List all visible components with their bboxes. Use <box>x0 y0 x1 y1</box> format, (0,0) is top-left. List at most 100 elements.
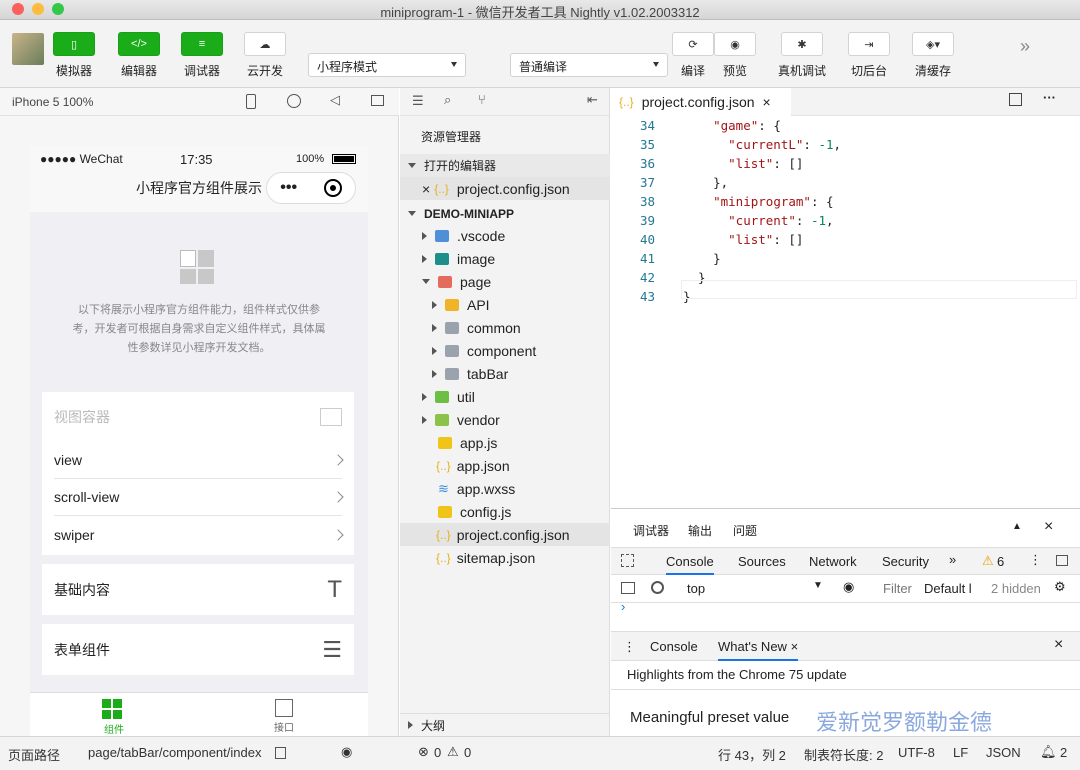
tree-item-api[interactable]: API <box>400 293 610 316</box>
tree-item-appwxss[interactable]: ≋ app.wxss <box>400 477 610 500</box>
basic-content-card[interactable]: 基础内容 T <box>42 564 354 615</box>
list-item[interactable]: view <box>54 442 344 479</box>
chevron-right-icon <box>332 528 344 541</box>
code-editor[interactable]: {..} project.config.json × ··· 34 "game": … <box>611 88 1080 508</box>
compile-button[interactable]: ⟳ 编译 <box>672 32 714 79</box>
outline-section[interactable]: 大纲 <box>400 713 610 736</box>
console-input[interactable]: › <box>611 599 1080 631</box>
tree-item-common[interactable]: common <box>400 316 610 339</box>
close-icon[interactable]: × <box>422 181 430 197</box>
avatar[interactable] <box>12 33 44 65</box>
warning-count[interactable]: 0 <box>464 745 471 760</box>
more-tabs-icon[interactable]: » <box>949 552 956 567</box>
device-select[interactable]: iPhone 5 100% <box>12 95 93 109</box>
line-number: 39 <box>639 213 655 228</box>
drawer-tab-whats-new[interactable]: What's New × <box>718 639 799 661</box>
kebab-icon[interactable]: ⋮ <box>623 639 636 655</box>
list-item[interactable]: swiper <box>54 516 344 553</box>
volume-icon[interactable]: ◁ <box>330 92 340 108</box>
tab-output[interactable]: 输出 <box>688 522 712 539</box>
tree-item-sitemap[interactable]: {..} sitemap.json <box>400 546 610 569</box>
search-icon[interactable]: ⌕ <box>444 92 451 108</box>
kebab-icon[interactable]: ⋮ <box>1029 552 1042 568</box>
compile-mode-select[interactable]: 普通编译 <box>510 53 668 77</box>
record-icon[interactable] <box>287 94 301 108</box>
page-path-select[interactable]: 页面路径 <box>8 745 60 764</box>
eye-icon[interactable]: ◉ <box>341 744 352 760</box>
layers-icon: ◈▾ <box>912 32 954 56</box>
warning-count[interactable]: 6 <box>997 554 1004 569</box>
tree-item-configjs[interactable]: config.js <box>400 500 610 523</box>
tab-components[interactable]: 组件 <box>102 699 126 736</box>
line-number: 43 <box>639 289 655 304</box>
branch-icon[interactable]: ⑂ <box>478 92 486 107</box>
form-card[interactable]: 表单组件 ☰ <box>42 624 354 675</box>
collapse-icon[interactable]: ⇤ <box>587 92 598 108</box>
bell-icon[interactable]: 🔔︎ <box>1040 744 1057 760</box>
gear-icon[interactable]: ⚙ <box>1054 579 1066 595</box>
filter-input[interactable]: Filter <box>883 581 912 596</box>
tab-console[interactable]: Console <box>666 554 714 575</box>
copy-icon[interactable] <box>275 747 286 759</box>
language-mode[interactable]: JSON <box>986 745 1021 760</box>
tree-item-appjs[interactable]: app.js <box>400 431 610 454</box>
debugger-button[interactable]: ≡ 调试器 <box>181 32 223 79</box>
double-chevron-icon[interactable]: » <box>1020 36 1030 57</box>
collapse-up-icon[interactable]: ▲ <box>1012 521 1022 532</box>
encoding[interactable]: UTF-8 <box>898 745 935 760</box>
cloud-button[interactable]: ☁ 云开发 <box>244 32 286 79</box>
tab-debugger[interactable]: 调试器 <box>633 522 669 539</box>
tree-item-projectconfig[interactable]: {..} project.config.json <box>400 523 610 546</box>
tree-item-vendor[interactable]: vendor <box>400 408 610 431</box>
error-count[interactable]: 0 <box>434 745 441 760</box>
mode-select[interactable]: 小程序模式 <box>308 53 466 77</box>
simulator-button[interactable]: ▯ 模拟器 <box>53 32 95 79</box>
eye-icon[interactable]: ◉ <box>843 579 854 595</box>
dock-icon[interactable] <box>1056 555 1068 566</box>
tree-item-tabbar[interactable]: tabBar <box>400 362 610 385</box>
clear-cache-button[interactable]: ◈▾ 清缓存 <box>912 32 954 79</box>
capsule-menu[interactable]: ••• <box>266 172 356 204</box>
tree-item-image[interactable]: image <box>400 247 610 270</box>
open-editor-item[interactable]: × {..} project.config.json <box>400 177 610 200</box>
eol[interactable]: LF <box>953 745 968 760</box>
clear-console-icon[interactable] <box>651 581 664 594</box>
tab-security[interactable]: Security <box>882 554 929 569</box>
close-icon[interactable]: × <box>763 94 771 110</box>
tab-size[interactable]: 制表符长度: 2 <box>804 745 883 764</box>
tree-item-page[interactable]: page <box>400 270 610 293</box>
tab-api[interactable]: 接口 <box>272 699 296 734</box>
drawer-tab-console[interactable]: Console <box>650 639 698 654</box>
editor-tab[interactable]: {..} project.config.json × <box>611 88 791 116</box>
windows-icon[interactable] <box>371 95 384 106</box>
line-number: 34 <box>639 118 655 133</box>
close-icon[interactable]: × <box>1044 518 1053 536</box>
more-icon[interactable]: ··· <box>1043 90 1056 105</box>
tab-sources[interactable]: Sources <box>738 554 786 569</box>
tree-item-util[interactable]: util <box>400 385 610 408</box>
tree-item-vscode[interactable]: .vscode <box>400 224 610 247</box>
background-button[interactable]: ⇥ 切后台 <box>848 32 890 79</box>
cursor-position[interactable]: 行 43，列 2 <box>718 745 786 764</box>
sidebar-icon[interactable] <box>621 582 635 594</box>
tree-item-appjson[interactable]: {..} app.json <box>400 454 610 477</box>
phone-icon[interactable] <box>246 94 256 109</box>
target-icon[interactable] <box>323 179 342 197</box>
tree-item-component[interactable]: component <box>400 339 610 362</box>
editor-button[interactable]: </> 编辑器 <box>118 32 160 79</box>
levels-select[interactable]: Default l <box>924 581 972 596</box>
preview-button[interactable]: ◉ 预览 <box>714 32 756 79</box>
more-icon[interactable]: ••• <box>280 179 297 197</box>
line-number: 40 <box>639 232 655 247</box>
project-section[interactable]: DEMO-MINIAPP <box>400 202 610 225</box>
close-icon[interactable]: × <box>1054 636 1063 654</box>
device-debug-button[interactable]: ✱ 真机调试 <box>778 32 826 79</box>
files-icon[interactable]: ☰ <box>412 93 424 109</box>
context-select[interactable]: top <box>687 581 705 596</box>
tab-network[interactable]: Network <box>809 554 857 569</box>
list-item[interactable]: scroll-view <box>54 479 344 516</box>
open-editors-section[interactable]: 打开的编辑器 <box>400 154 610 177</box>
split-editor-icon[interactable] <box>1009 93 1022 106</box>
tab-problems[interactable]: 问题 <box>733 522 757 539</box>
inspect-icon[interactable] <box>621 554 634 567</box>
